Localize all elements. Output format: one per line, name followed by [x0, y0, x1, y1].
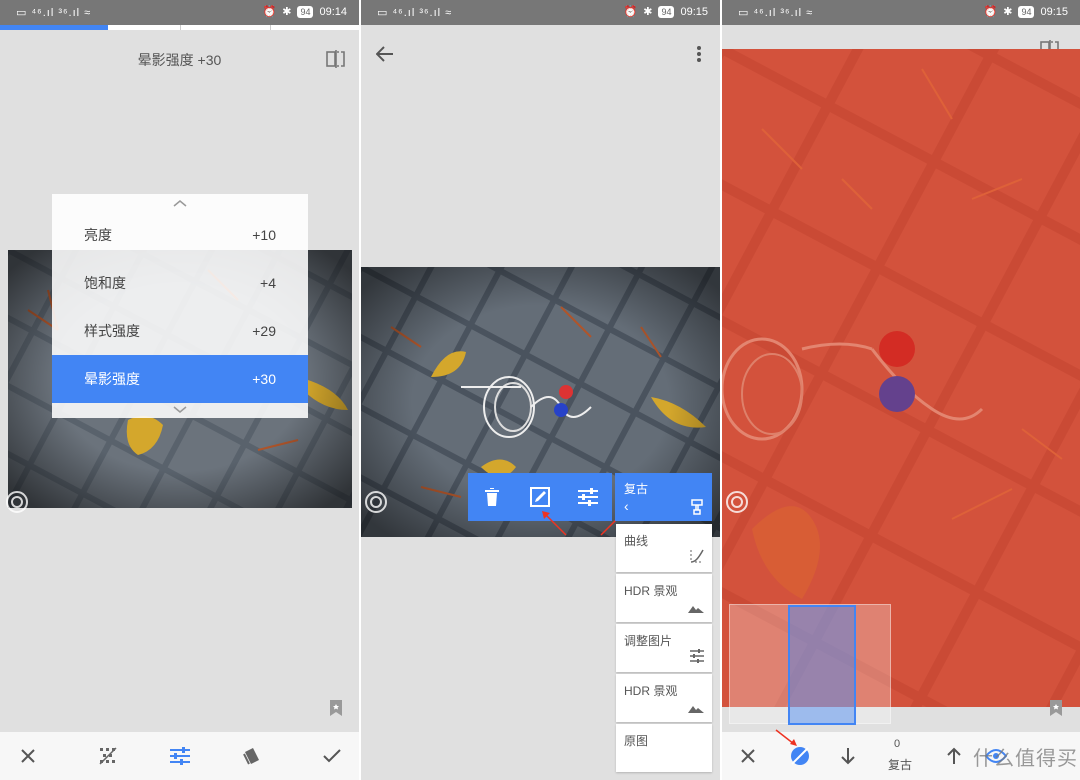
bottom-toolbar	[0, 732, 359, 780]
clock: 09:15	[1040, 5, 1068, 18]
signal-indicators: ▭ ⁴⁶.ıl ³⁶.ıl ≈	[738, 7, 814, 19]
clock: 09:15	[680, 5, 708, 18]
brush-icon	[690, 499, 704, 515]
menu-item-value: +29	[252, 323, 276, 339]
progress-strip	[0, 25, 359, 30]
stack-item-label: 复古	[624, 482, 649, 496]
menu-item-style-strength[interactable]: 样式强度 +29	[52, 307, 308, 355]
alarm-icon: ⏰	[623, 6, 638, 18]
watermark: 什么值得买	[973, 748, 1078, 770]
annotation-arrow-icon	[542, 511, 567, 536]
menu-item-value: +10	[252, 227, 276, 243]
adjustment-title: 晕影强度 +30	[137, 52, 222, 68]
focus-point-icon[interactable]	[364, 490, 388, 514]
stack-item-label: 调整图片	[624, 634, 673, 648]
battery-icon: 94	[297, 5, 314, 18]
stack-item-label: 原图	[624, 734, 649, 748]
back-arrow-icon[interactable]	[373, 42, 397, 66]
bookmark-icon[interactable]	[1046, 698, 1066, 718]
progress-segment-active	[0, 25, 108, 30]
signal-indicators: ▭ ⁴⁶.ıl ³⁶.ıl ≈	[16, 7, 92, 19]
bluetooth-icon: ✱	[643, 6, 653, 18]
status-bar: ▭ ⁴⁶.ıl ³⁶.ıl ≈ ⏰ ✱ 94 09:15	[361, 0, 720, 25]
close-icon[interactable]	[736, 744, 760, 768]
adjustment-menu: 亮度 +10 饱和度 +4 样式强度 +29 晕影强度 +30	[52, 194, 308, 418]
auto-adjust-icon[interactable]	[96, 744, 120, 768]
menu-item-value: +30	[252, 371, 276, 387]
mountain-icon	[688, 602, 704, 616]
arrow-down-icon[interactable]	[836, 744, 860, 768]
stack-item-tune-image[interactable]: 调整图片	[616, 624, 712, 672]
stack-item-label: HDR 景观	[624, 684, 678, 698]
focus-point-icon[interactable]	[5, 490, 29, 514]
panel-tune-image: ▭ ⁴⁶.ıl ³⁶.ıl ≈ ⏰ ✱ 94 09:14 晕影强度 +30 亮度…	[0, 0, 359, 780]
stack-item-curves[interactable]: 曲线	[616, 524, 712, 572]
stack-item-label: HDR 景观	[624, 584, 678, 598]
chevron-left-icon[interactable]: ‹	[624, 498, 629, 514]
tune-sliders-icon[interactable]	[576, 485, 600, 509]
close-icon[interactable]	[16, 744, 40, 768]
styles-icon[interactable]	[240, 744, 264, 768]
menu-item-label: 亮度	[84, 227, 112, 243]
menu-item-brightness[interactable]: 亮度 +10	[52, 211, 308, 259]
status-bar: ▭ ⁴⁶.ıl ³⁶.ıl ≈ ⏰ ✱ 94 09:15	[722, 0, 1080, 25]
alarm-icon: ⏰	[262, 6, 277, 18]
battery-icon: 94	[1018, 5, 1035, 18]
stack-item-hdr-landscape[interactable]: HDR 景观	[616, 574, 712, 622]
tune-sliders-icon	[690, 649, 704, 666]
focus-point-icon[interactable]	[725, 490, 749, 514]
menu-item-vignette-strength[interactable]: 晕影强度 +30	[52, 355, 308, 403]
curves-icon	[690, 549, 704, 566]
bluetooth-icon: ✱	[282, 6, 292, 18]
menu-item-label: 饱和度	[84, 275, 126, 291]
battery-icon: 94	[658, 5, 675, 18]
menu-item-value: +4	[260, 275, 276, 291]
navigator-viewport[interactable]	[788, 605, 856, 725]
stack-item-label: 曲线	[624, 534, 649, 548]
stack-item-active[interactable]: 复古 ‹	[615, 473, 712, 521]
panel-brush-mask: ▭ ⁴⁶.ıl ³⁶.ıl ≈ ⏰ ✱ 94 09:15 0 复古 什么值得买	[722, 0, 1080, 780]
mountain-icon	[688, 702, 704, 716]
trash-icon[interactable]	[480, 485, 504, 509]
mask-effect-label: 复古	[888, 758, 913, 772]
arrow-up-icon[interactable]	[942, 744, 966, 768]
menu-item-label: 样式强度	[84, 323, 140, 339]
check-icon[interactable]	[320, 744, 344, 768]
stack-item-original[interactable]: 原图	[616, 724, 712, 772]
bookmark-icon[interactable]	[326, 698, 346, 718]
chevron-down-icon[interactable]	[170, 404, 190, 416]
more-vert-icon[interactable]	[687, 42, 711, 66]
stack-item-hdr-landscape-2[interactable]: HDR 景观	[616, 674, 712, 722]
alarm-icon: ⏰	[983, 6, 998, 18]
clock: 09:14	[319, 5, 347, 18]
mask-value: 0	[894, 738, 901, 750]
navigator-thumbnail[interactable]	[729, 604, 891, 725]
compare-icon[interactable]	[324, 48, 348, 70]
annotation-arrow-icon	[775, 729, 797, 746]
menu-item-label: 晕影强度	[84, 371, 140, 387]
bluetooth-icon: ✱	[1003, 6, 1013, 18]
chevron-up-icon[interactable]	[170, 196, 190, 210]
menu-item-saturation[interactable]: 饱和度 +4	[52, 259, 308, 307]
signal-indicators: ▭ ⁴⁶.ıl ³⁶.ıl ≈	[377, 7, 453, 19]
tune-sliders-icon[interactable]	[168, 744, 192, 768]
status-bar: ▭ ⁴⁶.ıl ³⁶.ıl ≈ ⏰ ✱ 94 09:14	[0, 0, 359, 25]
